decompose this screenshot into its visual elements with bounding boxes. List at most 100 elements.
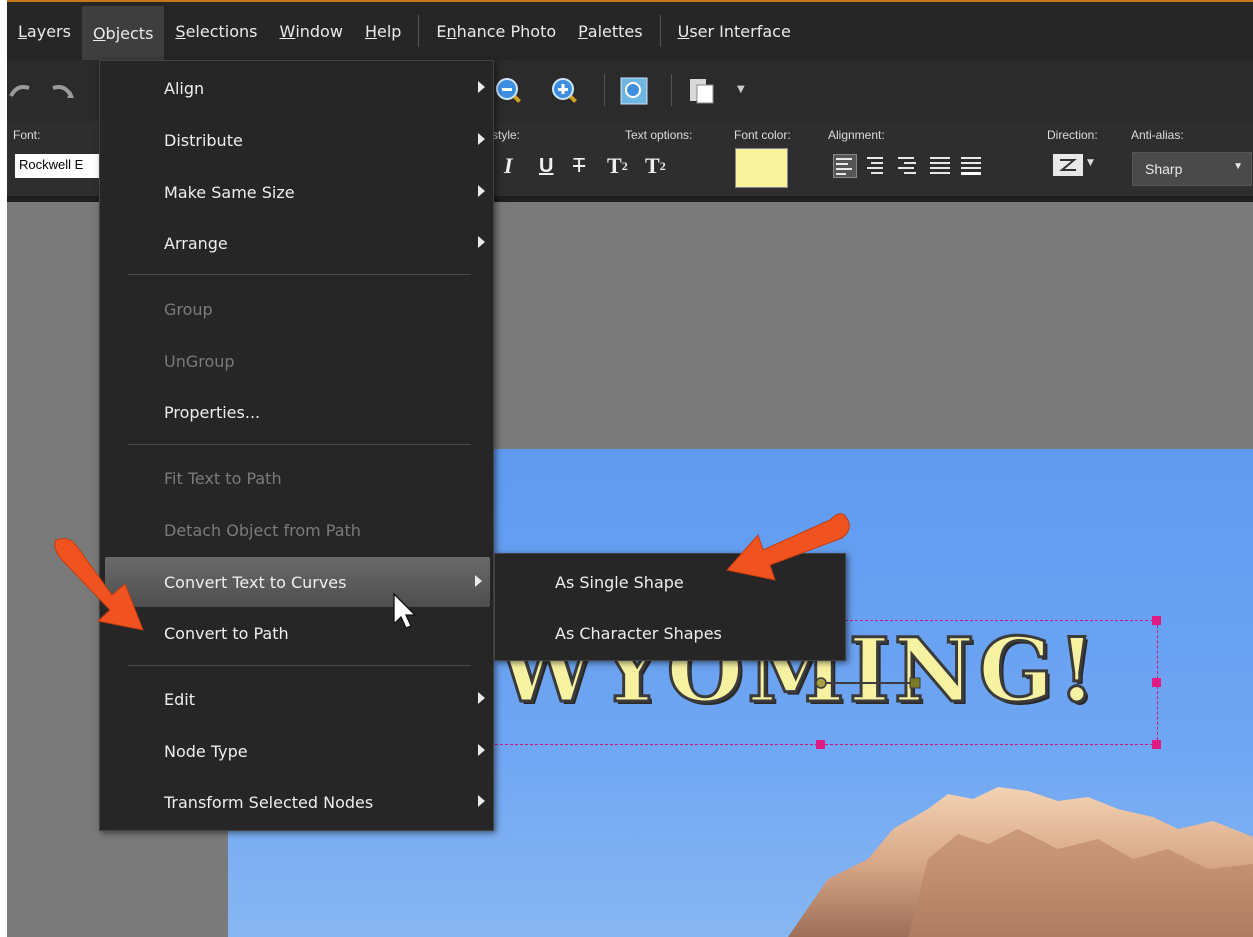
rotation-handle[interactable]	[909, 677, 921, 689]
direction-dropdown-icon[interactable]: ▼	[1087, 158, 1094, 168]
menu-objects-key: O	[92, 23, 106, 43]
menu-item-convert-text-to-curves[interactable]: Convert Text to Curves	[105, 557, 490, 607]
rotation-pivot-handle[interactable]	[815, 677, 827, 689]
menu-window-label: indow	[295, 21, 343, 41]
menu-item-edit[interactable]: Edit	[100, 674, 493, 724]
justify-all-button[interactable]	[959, 154, 983, 178]
superscript-button[interactable]: T2	[607, 152, 628, 180]
menu-objects-label: bjects	[105, 23, 154, 43]
redo-icon[interactable]	[47, 76, 77, 106]
menu-item-distribute[interactable]: Distribute	[100, 115, 493, 165]
menu-item-label: Distribute	[164, 130, 243, 150]
selection-handle[interactable]	[1152, 678, 1161, 687]
paste-icon[interactable]	[687, 76, 717, 106]
italic-button[interactable]: I	[504, 152, 513, 180]
menu-item-fit-text-to-path: Fit Text to Path	[100, 453, 493, 503]
submenu-arrow-icon	[478, 133, 485, 145]
menu-item-group: Group	[100, 284, 493, 334]
antialias-select[interactable]: Sharp ▼	[1132, 152, 1252, 186]
menu-item-label: Group	[164, 299, 213, 319]
menu-item-make-same-size[interactable]: Make Same Size	[100, 167, 493, 217]
menu-selections[interactable]: Selections	[164, 6, 268, 56]
menu-selections-key: S	[175, 21, 186, 41]
superscript-letter: T	[607, 153, 622, 178]
menu-enhance-photo[interactable]: En hance Photo	[425, 6, 567, 56]
menu-bar: Layers Objects Selections Window Help En…	[7, 0, 1253, 60]
align-right-button[interactable]	[896, 154, 920, 178]
menu-item-label: Fit Text to Path	[164, 468, 282, 488]
subscript-mark: 2	[659, 158, 666, 173]
font-color-label: Font color:	[734, 128, 791, 142]
strikethrough-button[interactable]: T	[573, 152, 585, 180]
menu-separator	[128, 444, 471, 445]
submenu-item-label: As Character Shapes	[555, 623, 722, 643]
menu-item-label: Detach Object from Path	[164, 520, 361, 540]
subscript-letter: T	[645, 153, 660, 178]
objects-menu: Align Distribute Make Same Size Arrange …	[99, 60, 494, 831]
rotation-handle-line	[822, 682, 916, 684]
menu-separator	[128, 665, 471, 666]
submenu-arrow-icon	[478, 795, 485, 807]
menu-item-ungroup: UnGroup	[100, 336, 493, 386]
menu-item-label: UnGroup	[164, 351, 235, 371]
menu-item-label: Align	[164, 78, 205, 98]
selection-handle[interactable]	[1152, 616, 1161, 625]
zoom-in-icon[interactable]	[550, 76, 580, 106]
menu-window-key: W	[279, 21, 296, 41]
menu-item-transform-selected-nodes[interactable]: Transform Selected Nodes	[100, 777, 493, 827]
justify-button[interactable]	[928, 154, 952, 178]
submenu-arrow-icon	[478, 185, 485, 197]
convert-text-to-curves-submenu: As Single Shape As Character Shapes	[494, 553, 846, 661]
menu-item-arrange[interactable]: Arrange	[100, 218, 493, 268]
menu-palettes[interactable]: Palettes	[567, 6, 653, 56]
selection-handle[interactable]	[1152, 740, 1161, 749]
zoom-out-icon[interactable]	[494, 76, 524, 106]
superscript-mark: 2	[621, 158, 628, 173]
menu-separator	[659, 15, 661, 47]
align-left-button[interactable]	[833, 154, 857, 178]
menu-help-label: elp	[376, 21, 402, 41]
align-center-button[interactable]	[865, 154, 889, 178]
submenu-arrow-icon	[475, 575, 482, 587]
menu-help-key: H	[364, 21, 377, 41]
font-label: Font:	[13, 128, 41, 142]
menu-item-label: Convert to Path	[164, 623, 289, 643]
menu-objects[interactable]: Objects	[81, 6, 165, 60]
underline-button[interactable]: U	[539, 152, 553, 180]
menu-layers[interactable]: Layers	[7, 6, 82, 56]
menu-selections-label: elections	[185, 21, 258, 41]
text-options-label: Text options:	[625, 128, 693, 142]
zoom-fit-icon[interactable]	[619, 76, 649, 106]
menu-item-node-type[interactable]: Node Type	[100, 726, 493, 776]
submenu-item-as-single-shape[interactable]: As Single Shape	[495, 557, 845, 607]
menu-help[interactable]: Help	[354, 6, 412, 56]
menu-layers-label: ayers	[26, 21, 71, 41]
submenu-item-as-character-shapes[interactable]: As Character Shapes	[495, 608, 845, 658]
direction-label: Direction:	[1047, 128, 1098, 142]
menu-item-align[interactable]: Align	[100, 63, 493, 113]
menu-item-properties[interactable]: Properties...	[100, 387, 493, 437]
submenu-item-label: As Single Shape	[555, 572, 684, 592]
menu-item-convert-to-path[interactable]: Convert to Path	[100, 608, 493, 658]
toolbar-separator	[671, 74, 672, 106]
menu-enhance-label: hance Photo	[456, 21, 557, 41]
text-direction-icon	[1059, 159, 1077, 171]
chevron-down-icon: ▼	[1233, 161, 1243, 172]
menu-ui-label: ser Interface	[689, 21, 791, 41]
submenu-arrow-icon	[478, 692, 485, 704]
alignment-label: Alignment:	[828, 128, 885, 142]
menu-user-interface[interactable]: User Interface	[667, 6, 802, 56]
menu-item-label: Convert Text to Curves	[164, 572, 347, 592]
font-color-swatch[interactable]	[735, 148, 788, 188]
font-input[interactable]: Rockwell E	[15, 154, 105, 178]
subscript-button[interactable]: T2	[645, 152, 666, 180]
selection-handle[interactable]	[816, 740, 825, 749]
style-label: style:	[492, 128, 521, 142]
direction-button[interactable]	[1053, 154, 1083, 176]
submenu-arrow-icon	[478, 81, 485, 93]
menu-window[interactable]: Window	[268, 6, 353, 56]
menu-separator	[418, 15, 420, 47]
menu-palettes-key: P	[578, 21, 588, 41]
undo-icon[interactable]	[7, 76, 37, 106]
paste-dropdown-icon[interactable]: ▼	[737, 84, 745, 95]
